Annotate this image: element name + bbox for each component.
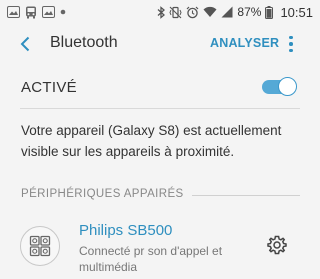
battery-icon [265, 5, 274, 19]
wifi-icon [203, 6, 217, 18]
speaker-device-icon [20, 226, 60, 266]
photo-icon [7, 6, 20, 18]
app-bar: Bluetooth ANALYSER [0, 24, 320, 64]
back-button[interactable] [14, 33, 36, 55]
clock: 10:51 [280, 4, 313, 20]
more-options-icon[interactable] [284, 34, 298, 54]
alarm-icon [186, 6, 199, 19]
switch-thumb [278, 77, 297, 96]
back-arrow-icon [20, 36, 30, 52]
photo-icon [42, 6, 55, 18]
bluetooth-icon [157, 5, 166, 19]
bluetooth-toggle-row[interactable]: ACTIVÉ [0, 66, 320, 108]
scan-button[interactable]: ANALYSER [210, 36, 279, 50]
visibility-info: Votre appareil (Galaxy S8) est actuellem… [21, 123, 282, 159]
status-bar: 87% 10:51 [0, 0, 320, 24]
section-header: PÉRIPHÉRIQUES APPAIRÉS [21, 188, 184, 200]
toggle-label: ACTIVÉ [21, 79, 77, 96]
device-name: Philips SB500 [79, 222, 173, 239]
section-divider [192, 195, 300, 196]
notification-icons [7, 6, 66, 19]
paired-device-row[interactable]: Philips SB500 Connecté pr son d'appel et… [0, 214, 320, 279]
more-notifications-icon [60, 9, 66, 15]
bluetooth-switch[interactable] [262, 76, 298, 98]
page-title: Bluetooth [50, 34, 118, 51]
divider [20, 108, 300, 109]
bus-icon [25, 6, 37, 19]
signal-icon [221, 6, 233, 18]
gear-icon[interactable] [266, 234, 288, 256]
device-status: Connecté pr son d'appel et multimédia [79, 244, 223, 274]
system-icons: 87% 10:51 [157, 5, 313, 20]
vibrate-icon [169, 6, 182, 19]
battery-percent: 87% [237, 5, 262, 19]
